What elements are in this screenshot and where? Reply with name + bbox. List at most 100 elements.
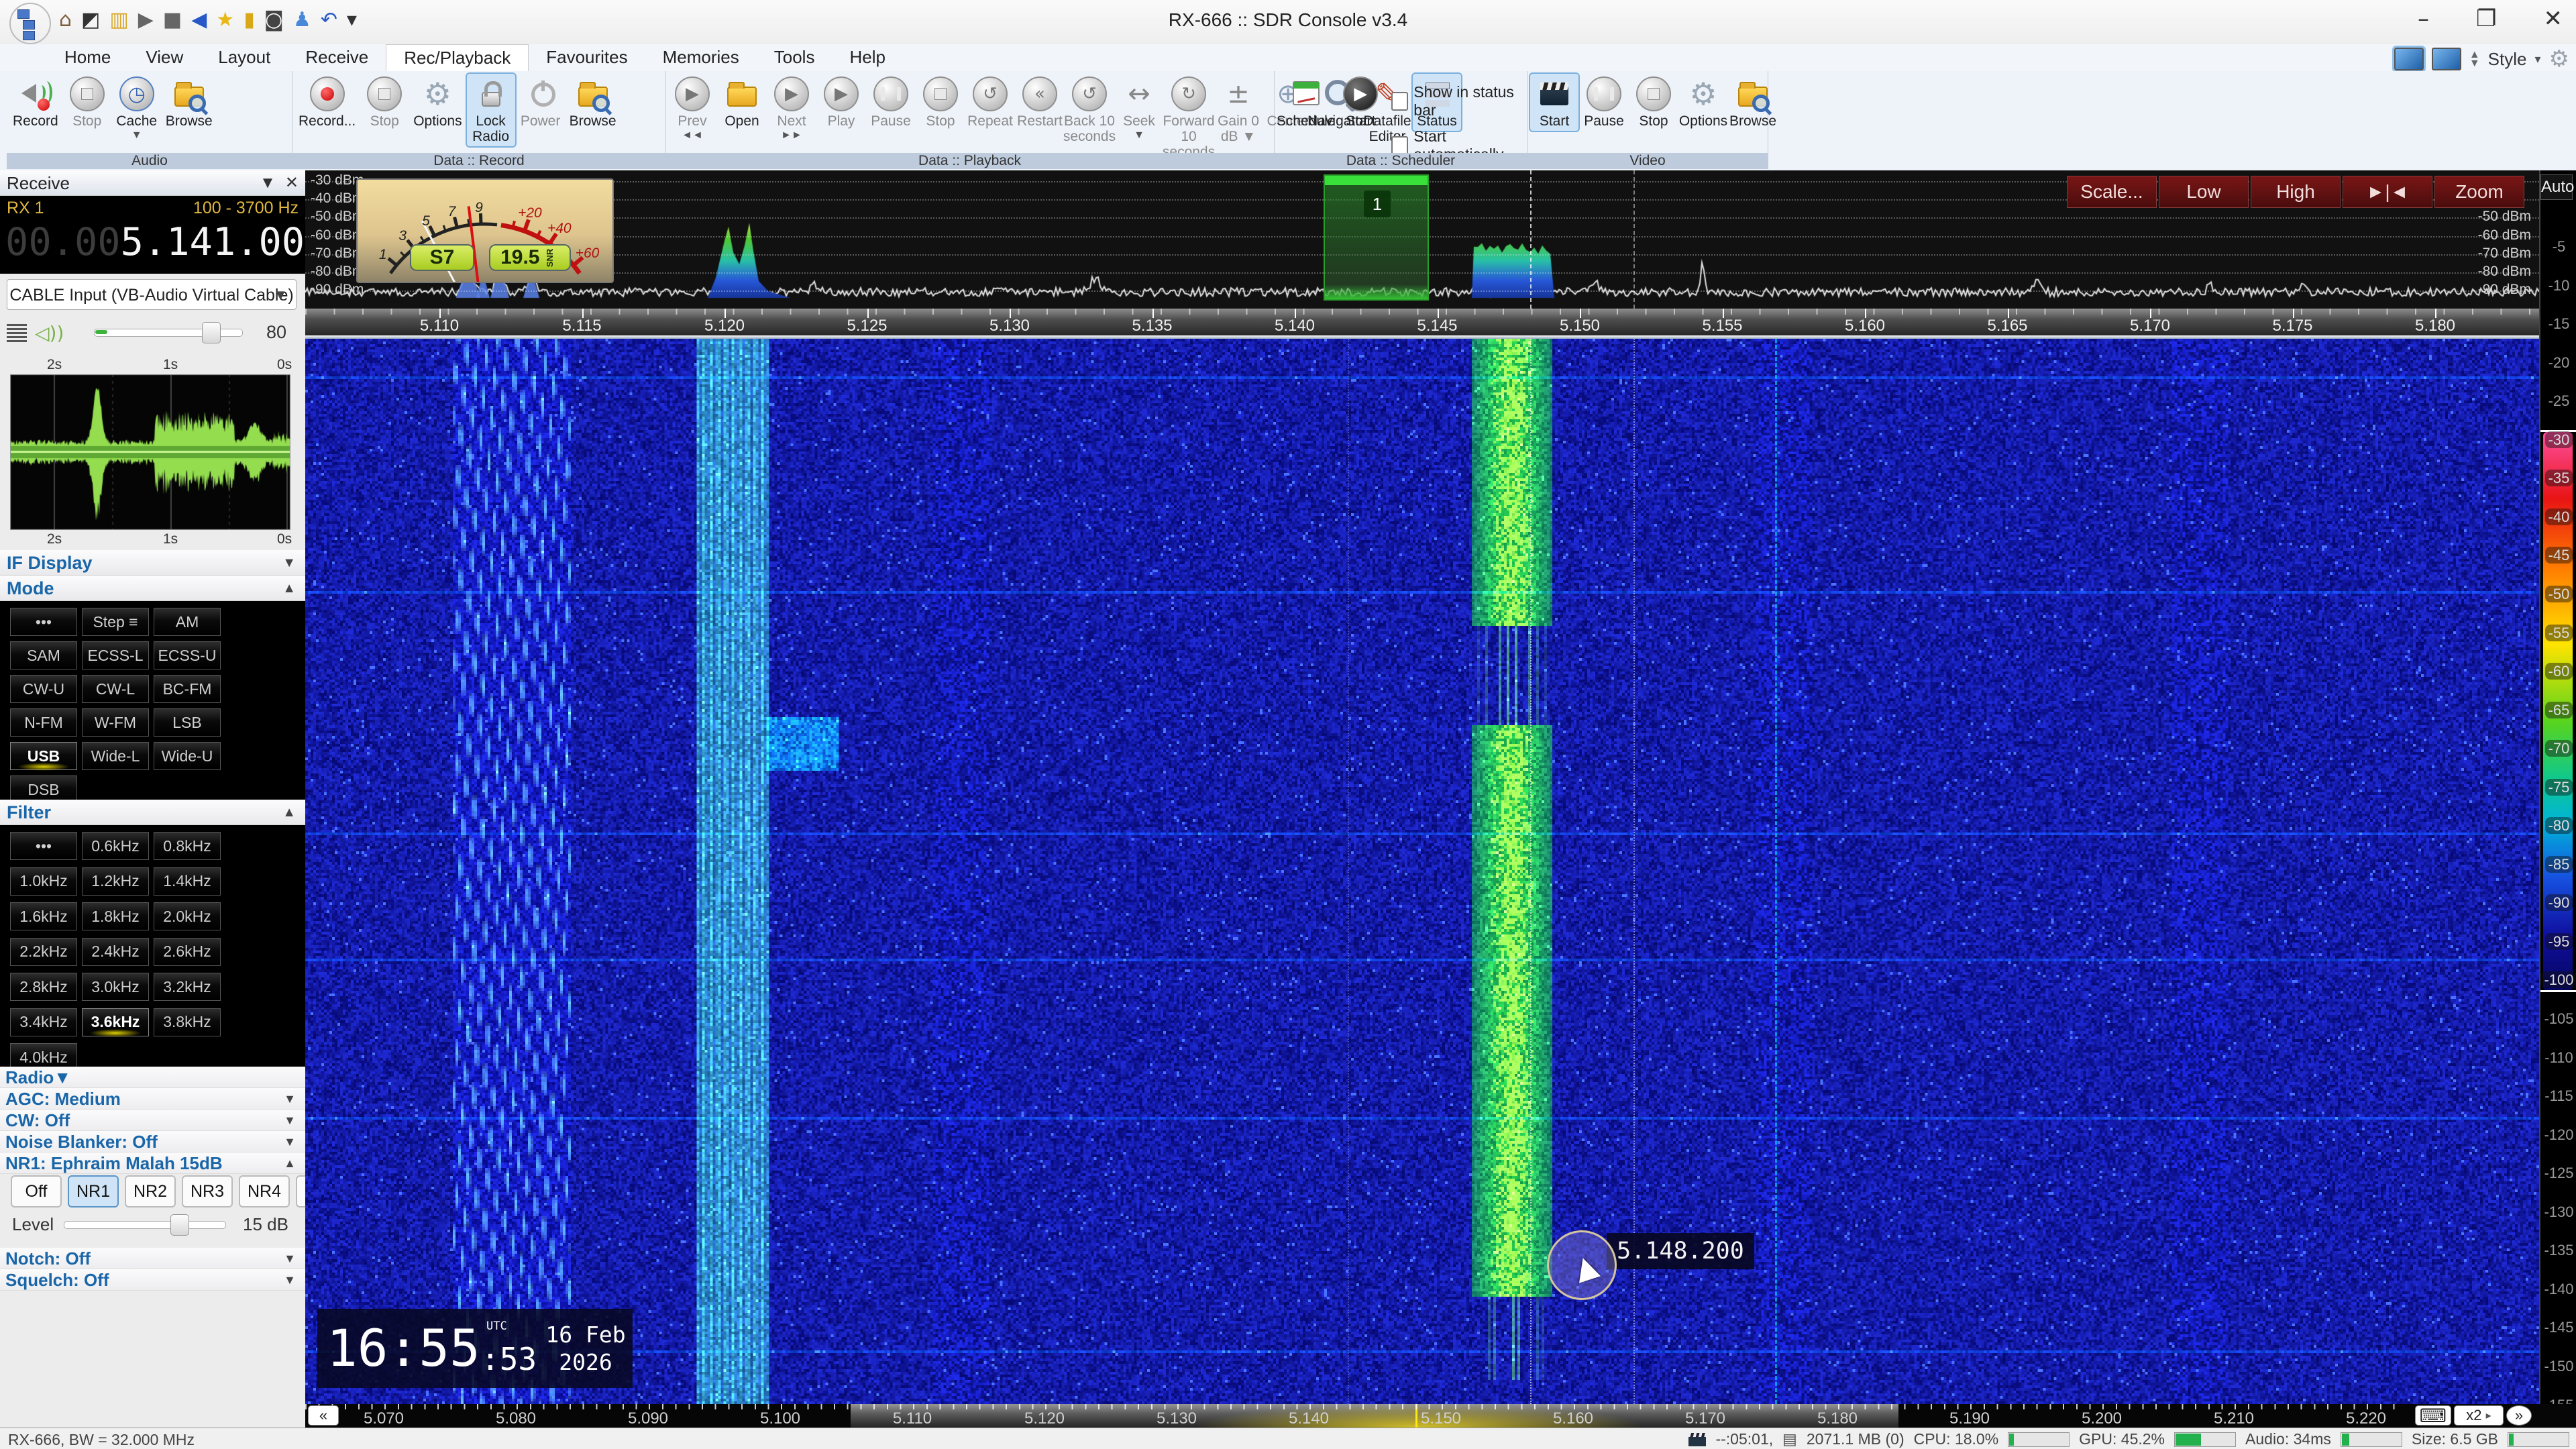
spectrum-button-zoom[interactable]: Zoom [2434, 176, 2524, 208]
spectrum-button-item[interactable]: ►|◄ [2343, 176, 2432, 208]
equalizer-icon[interactable] [7, 323, 27, 342]
mode-filter-button-0-8khz[interactable]: 0.8kHz [154, 832, 221, 860]
mode-filter-button-cw-u[interactable]: CW-U [10, 675, 77, 703]
audio-device-select[interactable]: CABLE Input (VB-Audio Virtual Cable) ▼ [7, 279, 297, 310]
menu-tab-home[interactable]: Home [47, 44, 128, 71]
section-filter[interactable]: Filter ▲ [0, 800, 305, 825]
volume-slider[interactable] [94, 322, 243, 343]
mode-filter-button-1-4khz[interactable]: 1.4kHz [154, 867, 221, 896]
frequency-display[interactable]: RX 1 100 - 3700 Hz 00.005.141.000 [0, 196, 327, 274]
stop-button[interactable]: Stop [360, 74, 409, 131]
radio-row-nr1-ephraim-malah-15db[interactable]: NR1: Ephraim Malah 15dB ▲ [0, 1152, 305, 1174]
mode-filter-button-2-4khz[interactable]: 2.4kHz [82, 937, 149, 966]
seek-button[interactable]: ↔ Seek ▼ [1115, 74, 1163, 144]
nr-button-nr2[interactable]: NR2 [125, 1175, 176, 1208]
palette-lower-limit[interactable] [2540, 990, 2576, 992]
menu-tab-help[interactable]: Help [832, 44, 902, 71]
restore-button[interactable]: ❐ [2476, 5, 2496, 32]
options-button[interactable]: ⚙ Options [410, 74, 465, 131]
waterfall-display[interactable]: 16:55 UTC :53 16 Feb 2026 5.148.200 ▲ [305, 339, 2539, 1404]
waterfall-palette-bar[interactable]: -5 -10 -15 -20 -25 -30 -35 -40 -45 -50 -55 -60 -65 -7… [2539, 170, 2576, 1413]
cache-button[interactable]: ◷ Cache ▼ [113, 74, 161, 144]
mode-filter-button-3-0khz[interactable]: 3.0kHz [82, 973, 149, 1002]
stop-button[interactable]: Stop [63, 74, 111, 131]
section-mode[interactable]: Mode ▲ [0, 576, 305, 601]
nr-button-off[interactable]: Off [11, 1175, 62, 1208]
mode-filter-button-1-0khz[interactable]: 1.0kHz [10, 867, 77, 896]
mode-filter-button-1-6khz[interactable]: 1.6kHz [10, 902, 77, 931]
band-navigation-bar[interactable]: 5.070 5.080 5.090 5.100 5.110 5.120 5.130 5.140… [305, 1404, 2576, 1428]
checkbox-box[interactable] [1391, 136, 1409, 155]
mode-filter-button-cw-l[interactable]: CW-L [82, 675, 149, 703]
radio-row-radio[interactable]: Radio▼ [0, 1067, 305, 1088]
style-button[interactable]: Style [2488, 49, 2527, 70]
stop-button[interactable]: Stop [916, 74, 965, 131]
stop-button[interactable]: Stop [1629, 74, 1678, 131]
radio-row-notch-off[interactable]: Notch: Off ▼ [0, 1248, 305, 1269]
menu-tab-receive[interactable]: Receive [288, 44, 386, 71]
keyboard-entry-button[interactable]: ⌨ [2415, 1405, 2451, 1427]
monitor-2-icon[interactable] [2431, 48, 2461, 70]
pause-button[interactable]: Pause [1580, 74, 1628, 131]
mode-filter-button-n-fm[interactable]: N-FM [10, 708, 77, 737]
level-slider[interactable] [64, 1214, 226, 1236]
mode-filter-button-1-8khz[interactable]: 1.8kHz [82, 902, 149, 931]
mode-filter-button-2-2khz[interactable]: 2.2kHz [10, 937, 77, 966]
power-button[interactable]: Power [517, 74, 565, 131]
restart-button[interactable]: «Restart [1016, 74, 1064, 131]
nr-button-nr3[interactable]: NR3 [182, 1175, 233, 1208]
prev-button[interactable]: ▶ Prev ◄◄ [668, 74, 716, 144]
mode-filter-button-0-6khz[interactable]: 0.6kHz [82, 832, 149, 860]
browse-button[interactable]: Browse [162, 74, 216, 131]
spectrum-button-high[interactable]: High [2251, 176, 2341, 208]
spectrum-button-scale[interactable]: Scale... [2067, 176, 2157, 208]
mode-filter-button-1-2khz[interactable]: 1.2kHz [82, 867, 149, 896]
auto-range-button[interactable]: Auto [2540, 174, 2574, 200]
checkbox-show-in-status-bar[interactable]: Show in status bar [1391, 83, 1525, 119]
mode-filter-button-3-6khz[interactable]: 3.6kHz [82, 1008, 149, 1037]
mode-filter-button-3-2khz[interactable]: 3.2kHz [154, 973, 221, 1002]
menu-tab-memories[interactable]: Memories [645, 44, 757, 71]
start-button[interactable]: ▶ Start [1336, 74, 1385, 131]
mode-filter-button-3-4khz[interactable]: 3.4kHz [10, 1008, 77, 1036]
radio-row-cw-off[interactable]: CW: Off ▼ [0, 1110, 305, 1131]
mode-filter-button-3-8khz[interactable]: 3.8kHz [154, 1008, 221, 1036]
gear-icon[interactable]: ⚙ [2549, 46, 2569, 72]
mode-filter-button-2-0khz[interactable]: 2.0kHz [154, 902, 221, 931]
mode-filter-button-2-6khz[interactable]: 2.6kHz [154, 937, 221, 966]
mode-filter-button-w-fm[interactable]: W-FM [82, 708, 149, 737]
close-button[interactable]: ✕ [2544, 5, 2563, 32]
back-10-seconds-button[interactable]: ↺ Back 10 seconds [1063, 74, 1116, 146]
speaker-icon[interactable]: ◁)) [35, 322, 64, 344]
nr-button-nr4[interactable]: NR4 [239, 1175, 290, 1208]
menu-tab-favourites[interactable]: Favourites [529, 44, 645, 71]
mode-filter-button-usb[interactable]: USB [10, 742, 77, 771]
scroll-right-button[interactable]: » [2506, 1405, 2532, 1426]
spectrum-frequency-scale[interactable]: 5.110 5.115 5.120 5.125 5.130 5.135 5.140 5.145… [305, 309, 2539, 335]
mode-filter-button-am[interactable]: AM [154, 608, 221, 636]
minimize-button[interactable]: – [2418, 5, 2429, 32]
spectrum-button-low[interactable]: Low [2159, 176, 2249, 208]
scheduler-band[interactable]: 1 [1324, 174, 1429, 301]
radio-row-agc-medium[interactable]: AGC: Medium ▼ [0, 1088, 305, 1110]
mode-filter-button-bc-fm[interactable]: BC-FM [154, 675, 221, 703]
radio-row-noise-blanker-off[interactable]: Noise Blanker: Off ▼ [0, 1131, 305, 1152]
mode-filter-button-lsb[interactable]: LSB [154, 708, 221, 737]
checkbox-box[interactable] [1391, 92, 1409, 111]
mode-filter-button-step[interactable]: Step ≡ [82, 608, 149, 636]
menu-tab-tools[interactable]: Tools [757, 44, 833, 71]
radio-row-squelch-off[interactable]: Squelch: Off ▼ [0, 1269, 305, 1291]
spectrum-display[interactable]: -30 dBm -40 dBm -50 dBm -60 dBm -70 dBm -80 d… [305, 170, 2539, 309]
scroll-left-button[interactable]: « [308, 1405, 339, 1426]
mode-filter-button-wide-u[interactable]: Wide-U [154, 742, 221, 770]
options-button[interactable]: ⚙ Options [1679, 74, 1727, 131]
play-button[interactable]: ▶ Play [817, 74, 865, 131]
style-dropdown-icon[interactable]: ▾ [2534, 52, 2540, 66]
next-button[interactable]: ▶ Next ►► [767, 74, 816, 144]
nr-button-nr1[interactable]: NR1 [68, 1175, 119, 1208]
monitor-1-icon[interactable] [2392, 46, 2426, 72]
receive-panel-header[interactable]: Receive ▼ ✕ [0, 170, 305, 196]
mode-filter-button-2-8khz[interactable]: 2.8kHz [10, 973, 77, 1002]
menu-tab-view[interactable]: View [128, 44, 201, 71]
collapse-ribbon-icon[interactable]: ▲ ▼ [2469, 50, 2480, 69]
